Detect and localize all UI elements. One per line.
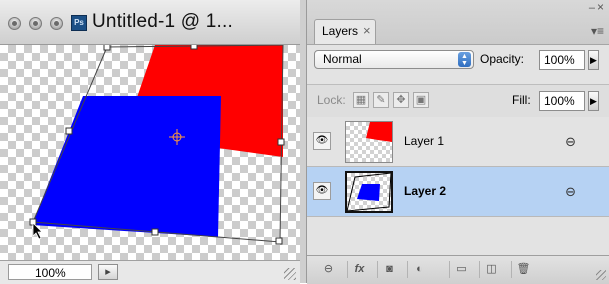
resize-grip[interactable] [284, 268, 296, 280]
panel-close-button[interactable]: × [597, 0, 604, 14]
link-icon: ⊖ [565, 134, 576, 149]
eye-visibility-icon[interactable]: 👁 [313, 132, 331, 150]
new-group-folder-icon[interactable]: ▭ [449, 261, 473, 278]
lock-transparency-icon[interactable]: ▦ [353, 92, 369, 108]
zoom-window-button[interactable] [50, 17, 63, 30]
document-window: Ps Untitled-1 @ 1... 100% ▸ [0, 0, 300, 284]
layer-2-blue-shape[interactable] [32, 96, 221, 237]
layer-row-layer-1[interactable]: 👁 Layer 1 ⊖ [307, 117, 609, 167]
eye-visibility-icon[interactable]: 👁 [313, 182, 331, 200]
photoshop-document-icon: Ps [71, 15, 87, 31]
layers-panel-footer: ⊖ fx ◙ ◐ ▭ ◫ 🗑 [307, 255, 609, 284]
panel-resize-grip[interactable] [596, 270, 606, 280]
fill-label: Fill: [512, 93, 531, 107]
lock-image-pixels-icon[interactable]: ✎ [373, 92, 389, 108]
link-layers-icon[interactable]: ⊖ [317, 261, 340, 278]
lock-position-icon[interactable]: ✥ [393, 92, 409, 108]
document-title: Untitled-1 @ 1... [92, 11, 233, 32]
select-arrows-icon: ▲ ▼ [458, 52, 471, 67]
lock-all-icon[interactable]: ▣ [413, 92, 429, 108]
add-mask-icon[interactable]: ◙ [377, 261, 401, 278]
layer-row-layer-2[interactable]: 👁 Layer 2 ⊖ [307, 167, 609, 217]
opacity-slider-arrow-icon[interactable]: ▶ [588, 50, 599, 70]
status-menu-button[interactable]: ▸ [98, 264, 118, 280]
blend-mode-value: Normal [323, 52, 362, 66]
layer-name[interactable]: Layer 2 [404, 184, 446, 198]
tab-layers[interactable]: Layers × [314, 19, 376, 44]
fill-input[interactable]: 100% [539, 91, 585, 111]
panel-minimize-button[interactable]: – [589, 2, 595, 14]
lock-label: Lock: [317, 93, 346, 107]
lock-row: Lock: ▦ ✎ ✥ ▣ Fill: 100% ▶ [307, 84, 609, 118]
opacity-input[interactable]: 100% [539, 50, 585, 70]
new-layer-icon[interactable]: ◫ [479, 261, 503, 278]
tab-layers-label: Layers [322, 24, 359, 38]
close-window-button[interactable] [8, 17, 21, 30]
layers-list: 👁 Layer 1 ⊖ 👁 Layer 2 ⊖ [307, 117, 609, 255]
panel-menu-icon[interactable]: ▾≡ [591, 24, 604, 38]
layers-panel: Layers × – × ▾≡ Normal ▲ ▼ Opacity: 100% … [306, 0, 609, 284]
adjustment-layer-icon[interactable]: ◐ [407, 261, 431, 278]
tab-close-icon[interactable]: × [363, 20, 371, 42]
link-icon: ⊖ [565, 184, 576, 199]
layer-1-thumbnail [345, 121, 393, 163]
document-titlebar[interactable]: Ps Untitled-1 @ 1... [0, 0, 300, 45]
document-canvas[interactable] [0, 45, 300, 260]
panel-tab-bar: Layers × – × ▾≡ [307, 0, 609, 45]
trash-icon[interactable]: 🗑 [511, 261, 535, 278]
canvas-artwork[interactable] [0, 45, 300, 260]
blend-mode-select[interactable]: Normal ▲ ▼ [314, 50, 474, 69]
fx-icon[interactable]: fx [347, 261, 371, 278]
opacity-label: Opacity: [480, 52, 525, 66]
minimize-window-button[interactable] [29, 17, 42, 30]
zoom-level-field[interactable]: 100% [8, 264, 92, 280]
layer-name[interactable]: Layer 1 [404, 134, 444, 148]
document-status-bar: 100% ▸ [0, 260, 300, 284]
layer-2-thumbnail [345, 171, 393, 213]
fill-slider-arrow-icon[interactable]: ▶ [588, 91, 599, 111]
